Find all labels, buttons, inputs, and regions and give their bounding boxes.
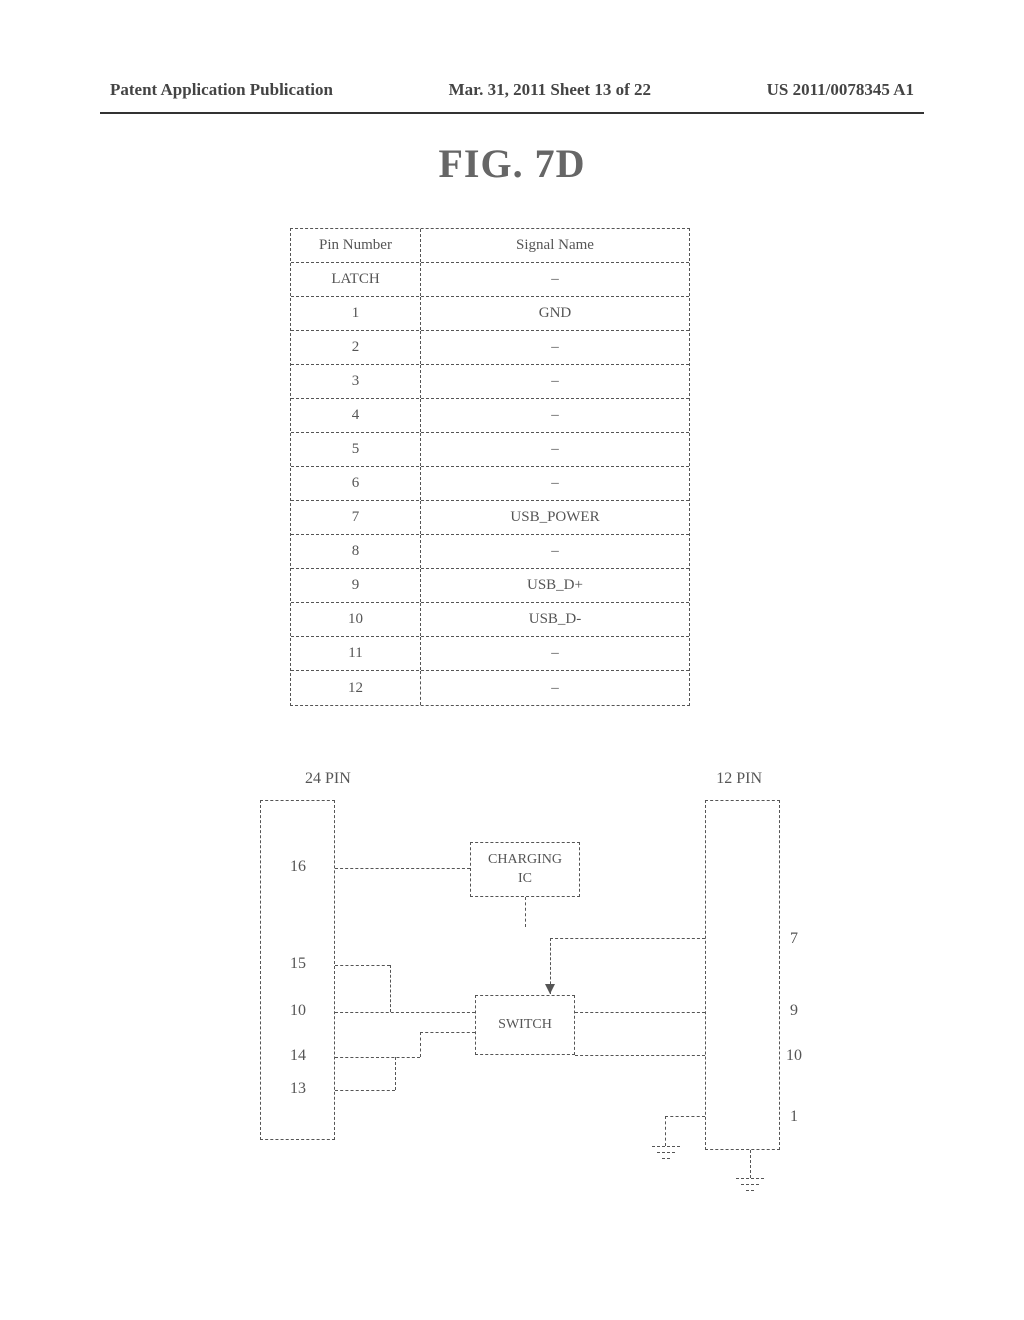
pinout-table: Pin Number Signal Name LATCH‒ 1GND 2‒ 3‒… xyxy=(290,228,690,706)
cell-signal: GND xyxy=(421,297,689,330)
cell-signal: USB_D- xyxy=(421,603,689,636)
wire xyxy=(335,965,390,966)
pin24-label: 14 xyxy=(278,1047,318,1065)
pin12-label: 7 xyxy=(774,930,814,948)
cell-signal: ‒ xyxy=(421,331,689,364)
wire xyxy=(665,1116,705,1117)
wire xyxy=(335,1012,475,1013)
wire xyxy=(335,1090,395,1091)
figure-title: FIG. 7D xyxy=(0,140,1024,187)
table-row: Pin Number Signal Name xyxy=(291,229,689,263)
arrow-down-icon xyxy=(545,984,555,994)
connector-12pin-label: 12 PIN xyxy=(716,770,762,788)
cell-signal: USB_D+ xyxy=(421,569,689,602)
cell-pin: 10 xyxy=(291,603,421,636)
header-left: Patent Application Publication xyxy=(110,80,333,100)
cell-pin: 1 xyxy=(291,297,421,330)
pin24-label: 15 xyxy=(278,955,318,973)
ground-icon xyxy=(736,1178,764,1206)
cell-signal: ‒ xyxy=(421,467,689,500)
pin12-label: 9 xyxy=(774,1002,814,1020)
cell-signal: ‒ xyxy=(421,535,689,568)
wire xyxy=(335,1057,420,1058)
wire xyxy=(575,1055,705,1056)
connector-12pin xyxy=(705,800,780,1150)
ground-icon xyxy=(652,1146,680,1174)
header-right: US 2011/0078345 A1 xyxy=(767,80,914,100)
page-header: Patent Application Publication Mar. 31, … xyxy=(0,80,1024,100)
wire xyxy=(525,897,526,927)
cell-signal: ‒ xyxy=(421,671,689,705)
wire xyxy=(575,1012,705,1013)
cell-pin: 4 xyxy=(291,399,421,432)
cell-signal: ‒ xyxy=(421,433,689,466)
cell-pin: 11 xyxy=(291,637,421,670)
cell-pin: 8 xyxy=(291,535,421,568)
cell-signal: ‒ xyxy=(421,263,689,296)
cell-signal: ‒ xyxy=(421,399,689,432)
cell-signal: ‒ xyxy=(421,365,689,398)
wire xyxy=(750,1150,751,1178)
wire xyxy=(335,868,470,869)
connector-24pin-label: 24 PIN xyxy=(305,770,351,788)
cell-pin: 6 xyxy=(291,467,421,500)
pin24-label: 10 xyxy=(278,1002,318,1020)
cell-pin: 12 xyxy=(291,671,421,705)
block-diagram: 24 PIN 12 PIN 16 15 10 14 13 7 9 10 1 CH… xyxy=(250,770,780,1200)
charging-ic-block: CHARGING IC xyxy=(470,842,580,897)
cell-pin: 9 xyxy=(291,569,421,602)
header-signal: Signal Name xyxy=(421,229,689,262)
switch-block: SWITCH xyxy=(475,995,575,1055)
wire xyxy=(420,1032,475,1033)
pin24-label: 16 xyxy=(278,858,318,876)
cell-signal: ‒ xyxy=(421,637,689,670)
cell-signal: USB_POWER xyxy=(421,501,689,534)
cell-pin: 3 xyxy=(291,365,421,398)
wire xyxy=(420,1032,421,1057)
wire xyxy=(665,1116,666,1146)
header-rule xyxy=(100,112,924,114)
header-pin: Pin Number xyxy=(291,229,421,262)
cell-pin: 7 xyxy=(291,501,421,534)
cell-pin: LATCH xyxy=(291,263,421,296)
pin24-label: 13 xyxy=(278,1080,318,1098)
wire xyxy=(390,965,391,1012)
pin12-label: 10 xyxy=(774,1047,814,1065)
cell-pin: 2 xyxy=(291,331,421,364)
wire xyxy=(550,938,705,939)
cell-pin: 5 xyxy=(291,433,421,466)
wire xyxy=(395,1057,396,1090)
pin12-label: 1 xyxy=(774,1108,814,1126)
header-mid: Mar. 31, 2011 Sheet 13 of 22 xyxy=(449,80,651,100)
